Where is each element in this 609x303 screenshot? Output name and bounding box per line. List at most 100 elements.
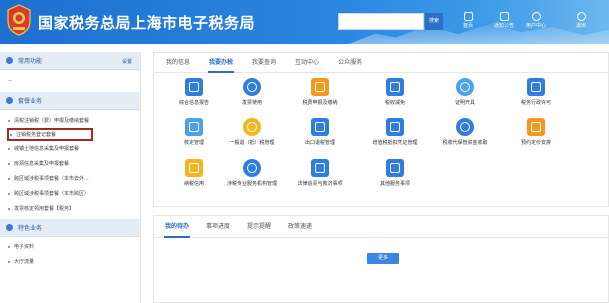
bullet-icon bbox=[8, 162, 10, 165]
bullet-icon bbox=[8, 207, 10, 210]
tab-query[interactable]: 我要查询 bbox=[251, 53, 277, 73]
function-tax-declare[interactable]: 税费申报及缴纳 bbox=[288, 78, 352, 106]
function-refund[interactable]: 一般退（抵）税管理 bbox=[220, 118, 284, 146]
sidebar-item-label: 城镇土地信息采集及申报套餐 bbox=[14, 146, 80, 152]
sidebar-common-header[interactable]: 常用功能 设置 bbox=[0, 52, 140, 70]
tab-policy[interactable]: 政策速递 bbox=[287, 216, 313, 238]
function-grid: 综合信息报告 发票使用 税费申报及缴纳 税收减免 证明开具 税务行政许可核定管理 一般退（抵… bbox=[154, 73, 608, 203]
sidebar-item-e-documents[interactable]: 电子资料 bbox=[0, 239, 140, 254]
sidebar-item-label: 房源信息采集及申报套餐 bbox=[14, 161, 70, 167]
legal-icon bbox=[311, 159, 329, 177]
function-label: 税收减免 bbox=[384, 100, 405, 106]
todo-tabs: 我的待办 事项进度 提示提醒 政策速递 bbox=[154, 216, 608, 238]
bullet-icon bbox=[8, 177, 10, 180]
credit-icon bbox=[185, 159, 203, 177]
common-functions-title: 常用功能 bbox=[18, 58, 43, 65]
tax-emblem-icon bbox=[7, 4, 31, 36]
function-label: 综合信息报告 bbox=[178, 100, 209, 106]
sidebar-item-property-info[interactable]: 房源信息采集及申报套餐 bbox=[0, 156, 140, 171]
sidebar-item-label: 清税注销税（费）申报及缴纳套餐 bbox=[14, 118, 90, 124]
refund-icon bbox=[243, 118, 261, 136]
tax-declare-icon bbox=[311, 78, 329, 96]
notice-button[interactable]: 通知公告 bbox=[490, 12, 518, 31]
logout-button[interactable]: 退出 bbox=[572, 12, 590, 31]
special-business-icon bbox=[6, 224, 13, 231]
common-item-label: -- bbox=[8, 78, 12, 84]
bell-icon bbox=[499, 12, 509, 21]
function-pricing[interactable]: 预约定价安排 bbox=[504, 118, 568, 146]
permit-icon bbox=[527, 78, 545, 96]
sidebar-item-label: 跨区域涉税事项套餐（本市去外... bbox=[14, 176, 89, 182]
notice-label: 通知公告 bbox=[493, 23, 514, 29]
function-vat-voucher[interactable]: 增值税抵扣凭证管理 bbox=[363, 118, 427, 146]
function-verify[interactable]: 核定管理 bbox=[162, 118, 226, 146]
search-button[interactable]: 搜索 bbox=[425, 13, 443, 30]
certificate-icon bbox=[456, 78, 474, 96]
bullet-icon bbox=[8, 245, 10, 248]
home-icon bbox=[463, 12, 473, 21]
user-center-button[interactable]: 用户中心 bbox=[522, 12, 550, 31]
bullet-icon bbox=[8, 192, 10, 195]
function-label: 纳税信用 bbox=[183, 181, 204, 187]
sidebar-item-invoice-package[interactable]: 发票核定领用套餐【税务】 bbox=[0, 201, 140, 216]
tab-public-service[interactable]: 公众服务 bbox=[337, 53, 363, 73]
function-label: 核定管理 bbox=[183, 140, 204, 146]
sidebar-item-label: 电子资料 bbox=[14, 244, 35, 250]
bullet-icon bbox=[8, 147, 10, 150]
function-label: 增值税抵扣凭证管理 bbox=[372, 140, 418, 146]
special-business-title: 特色业务 bbox=[18, 225, 43, 232]
function-report[interactable]: 综合信息报告 bbox=[162, 78, 226, 106]
search-input[interactable] bbox=[338, 13, 424, 30]
sidebar-special-header[interactable]: 特色业务 bbox=[0, 219, 140, 237]
function-certificate[interactable]: 证明开具 bbox=[433, 78, 497, 106]
site-header: 国家税务总局上海市电子税务局 搜索 首页 通知公告 用户中心 退出 bbox=[0, 0, 609, 44]
verify-icon bbox=[185, 118, 203, 136]
tab-reminders[interactable]: 提示提醒 bbox=[246, 216, 272, 238]
main-panel: 我的信息 我要办税 我要查询 互动中心 公众服务 综合信息报告 发票使用 税费申报及… bbox=[153, 52, 609, 207]
function-other-service[interactable]: 其他服务事项 bbox=[363, 159, 427, 187]
common-functions-icon bbox=[6, 57, 13, 64]
function-export-refund[interactable]: 出口退税管理 bbox=[288, 118, 352, 146]
invoice-icon bbox=[243, 78, 261, 96]
settings-link[interactable]: 设置 bbox=[122, 58, 132, 65]
function-label: 法律追责与救济事项 bbox=[297, 181, 343, 187]
function-legal[interactable]: 法律追责与救济事项 bbox=[288, 159, 352, 187]
tab-progress[interactable]: 事项进度 bbox=[205, 216, 231, 238]
more-button[interactable]: 更多 bbox=[367, 253, 399, 264]
tab-interaction[interactable]: 互动中心 bbox=[294, 53, 320, 73]
sidebar-item-hall-traffic[interactable]: 大厅流量 bbox=[0, 254, 140, 269]
function-label: 发票使用 bbox=[241, 100, 262, 106]
sidebar-common-item[interactable]: -- bbox=[0, 70, 140, 92]
sidebar-item-label: 跨区域涉税事项套餐（本市跨区） bbox=[14, 191, 90, 197]
function-credit[interactable]: 纳税信用 bbox=[162, 159, 226, 187]
pricing-icon bbox=[527, 118, 545, 136]
sidebar-package-header[interactable]: 套餐业务 bbox=[0, 92, 140, 110]
function-agency[interactable]: 涉税专业服务机构管理 bbox=[220, 159, 284, 187]
tab-my-info[interactable]: 我的信息 bbox=[165, 53, 191, 73]
sidebar-item-liquidation[interactable]: 清税注销税（费）申报及缴纳套餐 bbox=[0, 113, 140, 128]
function-label: 税务行政许可 bbox=[520, 100, 551, 106]
home-label: 首页 bbox=[462, 23, 473, 29]
sidebar-item-land-info[interactable]: 城镇土地信息采集及申报套餐 bbox=[0, 141, 140, 156]
sidebar-item-cross-region-local[interactable]: 跨区域涉税事项套餐（本市跨区） bbox=[0, 186, 140, 201]
sidebar: 常用功能 设置 -- 套餐业务 清税注销税（费）申报及缴纳套餐 注销税务登记套餐… bbox=[0, 52, 141, 303]
function-invoice[interactable]: 发票使用 bbox=[220, 78, 284, 106]
sidebar-item-label: 发票核定领用套餐【税务】 bbox=[14, 206, 75, 212]
user-icon bbox=[531, 12, 541, 21]
function-label: 出口退税管理 bbox=[304, 140, 335, 146]
tab-my-todo[interactable]: 我的待办 bbox=[164, 216, 191, 238]
home-button[interactable]: 首页 bbox=[458, 12, 478, 31]
function-deposit[interactable]: 税收代保管资金收取 bbox=[433, 118, 497, 146]
function-permit[interactable]: 税务行政许可 bbox=[504, 78, 568, 106]
tab-tax-handling[interactable]: 我要办税 bbox=[208, 53, 235, 73]
bullet-icon bbox=[8, 119, 10, 122]
logout-label: 退出 bbox=[575, 23, 586, 29]
function-tax-reduce[interactable]: 税收减免 bbox=[363, 78, 427, 106]
power-icon bbox=[576, 12, 586, 21]
sidebar-item-cross-region-out[interactable]: 跨区域涉税事项套餐（本市去外... bbox=[0, 171, 140, 186]
package-business-title: 套餐业务 bbox=[18, 98, 43, 105]
tax-reduce-icon bbox=[386, 78, 404, 96]
sidebar-item-deregistration[interactable]: 注销税务登记套餐 bbox=[7, 128, 93, 141]
main-tabs: 我的信息 我要办税 我要查询 互动中心 公众服务 bbox=[154, 53, 608, 73]
function-label: 一般退（抵）税管理 bbox=[229, 140, 275, 146]
